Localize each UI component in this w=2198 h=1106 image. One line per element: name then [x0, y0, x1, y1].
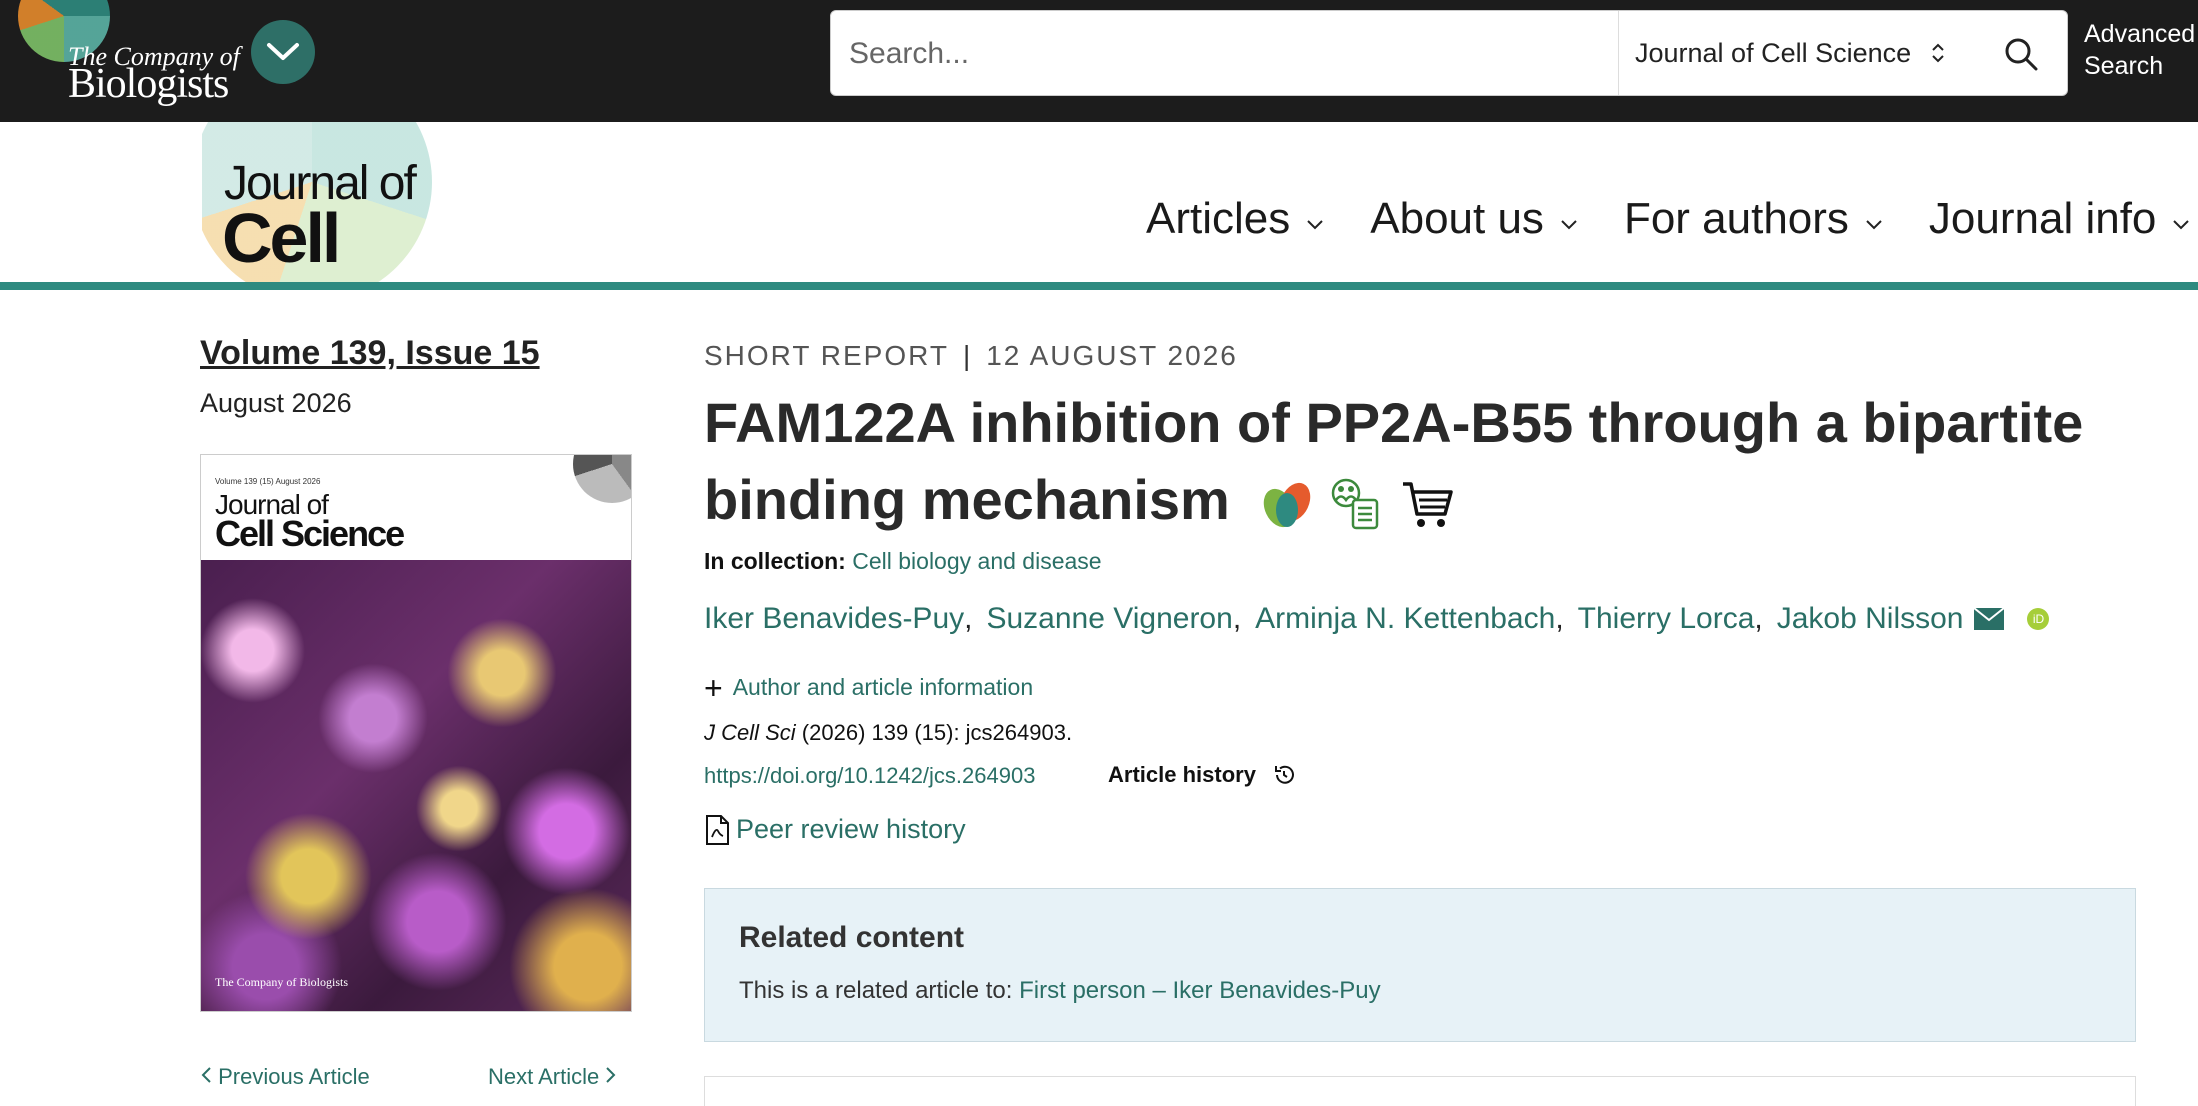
article-history-button[interactable]: Article history	[1108, 762, 1296, 788]
author-separator: ,	[1754, 602, 1763, 635]
orcid-icon[interactable]: iD	[2027, 608, 2050, 630]
author-link[interactable]: Thierry Lorca	[1578, 602, 1755, 636]
chevron-down-icon	[2172, 211, 2190, 237]
cover-journal-line2: Cell Science	[215, 513, 405, 554]
article-history-label: Article history	[1108, 762, 1256, 787]
cover-logo-mark	[573, 455, 631, 503]
nav-item-about-us[interactable]: About us	[1370, 194, 1578, 244]
cover-volume: Volume 139 (15) August 2026	[215, 477, 321, 486]
search-button[interactable]	[1991, 27, 2051, 81]
nav-item-label: Journal info	[1928, 194, 2157, 243]
related-content-text: This is a related article to: First pers…	[739, 977, 1381, 1005]
cover-masthead: Volume 139 (15) August 2026 Journal of C…	[201, 455, 631, 560]
search-scope-value: Journal of Cell Science	[1635, 37, 1912, 68]
previous-article-link[interactable]: Previous Article	[200, 1064, 370, 1090]
next-article-label: Next Article	[488, 1064, 600, 1089]
advanced-search-line1: Advanced	[2084, 20, 2196, 48]
envelope-icon[interactable]	[1973, 607, 2006, 631]
plus-icon: +	[704, 669, 723, 706]
article-body-container	[704, 1076, 2136, 1106]
publisher-logo[interactable]: The Company of Biologists	[18, 0, 240, 110]
advanced-search-line2: Search	[2084, 52, 2164, 80]
chevron-left-icon	[201, 1067, 211, 1083]
cover-publisher: The Company of Biologists	[215, 975, 348, 989]
chevron-down-icon	[1865, 211, 1883, 237]
search-input[interactable]	[847, 11, 1611, 97]
peer-review-history-link[interactable]: Peer review history	[704, 814, 966, 845]
search-bar: Journal of Cell Science	[830, 10, 2068, 97]
chevron-down-icon	[267, 43, 299, 60]
journal-header: Journal of Cell Science Articles About u…	[0, 122, 2198, 282]
citation-details: (2026) 139 (15): jcs264903.	[795, 720, 1073, 745]
article-badges	[1259, 476, 1455, 532]
chevron-right-icon	[606, 1067, 616, 1083]
collection-line: In collection: Cell biology and disease	[704, 548, 1102, 575]
author-separator: ,	[1232, 602, 1242, 635]
header-divider	[0, 282, 2198, 290]
nav-item-label: For authors	[1623, 194, 1849, 243]
author-separator: ,	[964, 602, 973, 635]
kicker-separator: |	[962, 340, 973, 371]
nav-item-for-authors[interactable]: For authors	[1624, 194, 1883, 244]
nav-item-label: About us	[1370, 194, 1544, 243]
issue-link[interactable]: Volume 139, Issue 15	[200, 334, 540, 373]
related-content-box: Related content This is a related articl…	[704, 888, 2136, 1042]
cart-icon[interactable]	[1399, 476, 1455, 532]
people-document-icon[interactable]	[1329, 476, 1385, 532]
chevron-down-icon	[1560, 211, 1578, 237]
doi-link[interactable]: https://doi.org/10.1242/jcs.264903	[704, 763, 1035, 789]
previous-article-label: Previous Article	[218, 1064, 370, 1089]
issue-cover-image[interactable]: Volume 139 (15) August 2026 Journal of C…	[200, 454, 632, 1012]
author-info-label: Author and article information	[732, 674, 1034, 700]
author-link[interactable]: Jakob Nilsson	[1777, 602, 1964, 636]
journal-logo-line2: Cell Science	[222, 199, 469, 282]
author-link[interactable]: Suzanne Vigneron	[986, 602, 1232, 636]
main-nav: Articles About us For authors Journal in…	[1146, 194, 2198, 244]
journal-logo[interactable]: Journal of Cell Science	[202, 122, 552, 282]
nav-item-label: Articles	[1146, 194, 1291, 243]
next-article-link[interactable]: Next Article	[488, 1064, 617, 1090]
author-list: Iker Benavides-Puy, Suzanne Vigneron, Ar…	[704, 602, 2050, 636]
citation-journal: J Cell Sci	[704, 720, 796, 745]
nav-item-articles[interactable]: Articles	[1146, 194, 1324, 244]
search-icon	[2005, 38, 2038, 71]
updown-chevron-icon	[1931, 41, 1945, 65]
history-icon	[1274, 765, 1294, 784]
search-scope-select[interactable]: Journal of Cell Science	[1618, 11, 1966, 95]
related-article-link[interactable]: First person – Iker Benavides-Puy	[1019, 977, 1381, 1004]
author-link[interactable]: Iker Benavides-Puy	[704, 602, 964, 636]
article-title-block: FAM122A inhibition of PP2A-B55 through a…	[704, 384, 2124, 538]
collection-link[interactable]: Cell biology and disease	[852, 548, 1101, 574]
related-content-heading: Related content	[739, 921, 965, 954]
collection-label: In collection:	[704, 548, 846, 574]
publisher-logo-line2: Biologists	[68, 61, 229, 107]
article-date: 12 AUGUST 2026	[986, 340, 1238, 371]
author-link[interactable]: Arminja N. Kettenbach	[1255, 602, 1555, 636]
chevron-down-icon	[1306, 211, 1324, 237]
site-menu-toggle-button[interactable]	[251, 20, 315, 84]
author-separator: ,	[1555, 602, 1564, 635]
issue-date: August 2026	[200, 388, 352, 418]
pdf-icon	[706, 814, 729, 845]
citation: J Cell Sci (2026) 139 (15): jcs264903.	[704, 720, 1072, 746]
article-kicker: SHORT REPORT | 12 AUGUST 2026	[704, 340, 1238, 372]
author-info-toggle[interactable]: + Author and article information	[704, 669, 1034, 706]
nav-item-journal-info[interactable]: Journal info	[1929, 194, 2190, 244]
related-content-prefix: This is a related article to:	[739, 977, 1020, 1004]
peer-review-label: Peer review history	[736, 814, 966, 844]
advanced-search-link[interactable]: Advanced Search	[2084, 18, 2195, 82]
cover-micrograph	[201, 560, 631, 1011]
leaf-icon[interactable]	[1259, 476, 1315, 532]
article-type: SHORT REPORT	[704, 340, 949, 371]
publisher-bar: The Company of Biologists Journal of Cel…	[0, 0, 2198, 122]
